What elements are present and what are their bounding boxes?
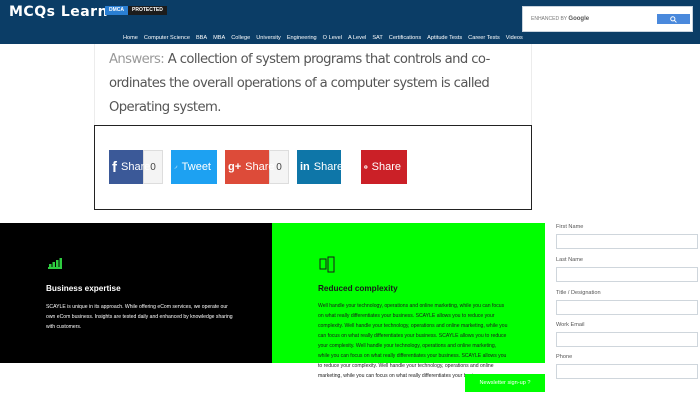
phone-label: Phone: [556, 354, 573, 360]
main-nav: Home Computer Science BBA MBA College Un…: [120, 33, 526, 43]
share-panel: f Share 0 Tweet g+ Share 0 in Share Shar…: [94, 125, 532, 210]
googleplus-share-label: Share: [245, 161, 275, 173]
email-label: Work Email: [556, 322, 585, 328]
business-expertise-text: SCAYLE is unique in its approach. While …: [46, 304, 233, 330]
reduced-complexity-title: Reduced complexity: [318, 284, 398, 293]
facebook-share-button[interactable]: f Share: [109, 150, 150, 184]
nav-item-certifications[interactable]: Certifications: [386, 33, 424, 43]
bar-chart-icon: [48, 258, 62, 269]
search-brand: Google: [568, 16, 590, 22]
googleplus-icon: g+: [228, 161, 242, 173]
linkedin-icon: in: [300, 161, 310, 173]
search-button[interactable]: [657, 14, 690, 24]
first-name-field[interactable]: [556, 234, 698, 249]
nav-item-engineering[interactable]: Engineering: [284, 33, 320, 43]
linkedin-share-button[interactable]: in Share: [297, 150, 343, 184]
search-prefix: ENHANCED BY: [531, 16, 568, 22]
answer-text: A collection of system programs that con…: [109, 52, 490, 115]
nav-item-home[interactable]: Home: [120, 33, 141, 43]
newsletter-signup-button[interactable]: Newsletter sign-up ?: [465, 374, 545, 392]
first-name-label: First Name: [556, 224, 584, 230]
googleplus-share-button[interactable]: g+ Share: [225, 150, 275, 184]
reduced-complexity-text: Well handle your technology, operations …: [318, 303, 508, 379]
dmca-badge[interactable]: DMCA PROTECTED: [105, 6, 167, 15]
nav-item-sat[interactable]: SAT: [369, 33, 385, 43]
search-box: ENHANCED BY Google: [522, 6, 693, 32]
title-label: Title / Designation: [556, 290, 601, 296]
search-icon: [670, 15, 677, 23]
nav-item-aptitude-tests[interactable]: Aptitude Tests: [424, 33, 465, 43]
pinterest-share-label: Share: [371, 161, 401, 173]
article-content: Answers: A collection of system programs…: [94, 44, 532, 126]
nav-item-university[interactable]: University: [253, 33, 284, 43]
site-header: MCQs Learn DMCA PROTECTED ENHANCED BY Go…: [0, 0, 700, 44]
reduced-complexity-section: Reduced complexity Well handle your tech…: [272, 223, 545, 379]
protected-label: PROTECTED: [128, 6, 167, 15]
nav-item-computer-science[interactable]: Computer Science: [141, 33, 193, 43]
business-expertise-section: Business expertise SCAYLE is unique in i…: [0, 223, 272, 363]
nav-item-videos[interactable]: Videos: [503, 33, 526, 43]
dmca-label: DMCA: [105, 6, 128, 15]
answer-label: Answers:: [109, 52, 165, 67]
twitter-tweet-label: Tweet: [181, 161, 211, 173]
contact-form: First Name Last Name Title / Designation…: [545, 223, 700, 400]
last-name-field[interactable]: [556, 267, 698, 282]
share-buttons: f Share 0 Tweet g+ Share 0 in Share Shar…: [109, 150, 407, 184]
nav-item-college[interactable]: College: [228, 33, 253, 43]
answer-paragraph: Answers: A collection of system programs…: [109, 48, 519, 120]
business-expertise-title: Business expertise: [46, 284, 121, 293]
nav-item-bba[interactable]: BBA: [193, 33, 210, 43]
linkedin-share-label: Share: [313, 161, 344, 173]
search-input[interactable]: ENHANCED BY Google: [531, 14, 641, 25]
twitter-tweet-button[interactable]: Tweet: [171, 150, 217, 184]
nav-item-o-level[interactable]: O Level: [320, 33, 345, 43]
pinterest-share-button[interactable]: Share: [361, 150, 407, 184]
nav-item-a-level[interactable]: A Level: [345, 33, 369, 43]
nav-item-career-tests[interactable]: Career Tests: [465, 33, 503, 43]
last-name-label: Last Name: [556, 257, 584, 263]
complexity-icon: [319, 256, 335, 273]
phone-field[interactable]: [556, 364, 698, 379]
facebook-share-label: Share: [121, 161, 151, 173]
title-field[interactable]: [556, 300, 698, 315]
nav-item-mba[interactable]: MBA: [210, 33, 228, 43]
email-field[interactable]: [556, 332, 698, 347]
facebook-icon: f: [112, 158, 117, 176]
site-logo[interactable]: MCQs Learn: [9, 4, 108, 20]
